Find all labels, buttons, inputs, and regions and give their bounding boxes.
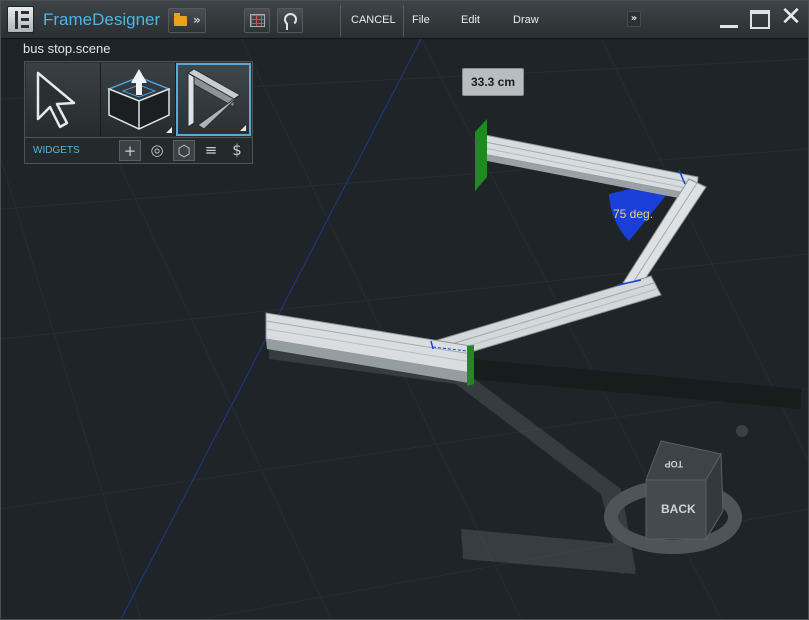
tool-options-arrow-icon[interactable] bbox=[240, 125, 246, 131]
frame-profile-icon bbox=[187, 68, 241, 130]
grid-toggle-button[interactable] bbox=[244, 8, 270, 33]
menu-file[interactable]: File bbox=[412, 14, 430, 26]
list-widget-icon[interactable]: ≡ bbox=[200, 140, 222, 161]
app-logo-icon[interactable] bbox=[7, 6, 34, 33]
extrude-tool-button[interactable] bbox=[101, 63, 176, 136]
view-cube-top-label: TOP bbox=[665, 459, 683, 469]
endpoint-marker-start[interactable] bbox=[475, 119, 487, 191]
close-button[interactable]: ✕ bbox=[778, 2, 804, 33]
maximize-button[interactable] bbox=[747, 7, 773, 33]
widgets-bar: WIDGETS + ◎ ⬡ ≡ $ bbox=[25, 137, 252, 163]
tool-panel: WIDGETS + ◎ ⬡ ≡ $ bbox=[24, 61, 253, 164]
toolbar-divider bbox=[340, 5, 341, 37]
undo-button[interactable] bbox=[277, 8, 303, 33]
3d-viewport[interactable]: BACK TOP bus stop.scene WIDGETS + ◎ ⬡ ≡ … bbox=[1, 39, 808, 619]
extrude-block-icon bbox=[106, 69, 172, 130]
angle-measurement-label[interactable]: 75 deg. bbox=[613, 207, 653, 221]
menu-draw[interactable]: Draw bbox=[513, 14, 539, 26]
frame-shadow bbox=[471, 359, 801, 409]
toolbar-divider bbox=[403, 5, 404, 37]
cube-widget-icon[interactable]: ⬡ bbox=[173, 140, 195, 161]
undo-icon bbox=[284, 13, 297, 30]
select-tool-button[interactable] bbox=[26, 63, 101, 136]
length-measurement-label[interactable]: 33.3 cm bbox=[462, 68, 524, 96]
add-widget-icon[interactable]: + bbox=[119, 140, 141, 161]
title-bar: FrameDesigner » CANCEL File Edit Draw » … bbox=[1, 1, 808, 39]
more-menus-button[interactable]: » bbox=[627, 11, 641, 27]
app-window: FrameDesigner » CANCEL File Edit Draw » … bbox=[0, 0, 809, 620]
maximize-icon bbox=[750, 10, 770, 29]
frame-tool-button[interactable] bbox=[176, 63, 251, 136]
grid-icon bbox=[250, 14, 265, 27]
app-title: FrameDesigner bbox=[43, 10, 161, 29]
minimize-icon bbox=[720, 25, 738, 28]
tool-options-arrow-icon[interactable] bbox=[166, 127, 172, 133]
minimize-button[interactable] bbox=[716, 7, 742, 33]
frame-model[interactable] bbox=[265, 119, 707, 386]
close-icon: ✕ bbox=[780, 2, 802, 32]
cancel-button[interactable]: CANCEL bbox=[351, 14, 396, 26]
open-folder-button[interactable]: » bbox=[168, 8, 206, 33]
scene-filename: bus stop.scene bbox=[23, 41, 111, 56]
cost-widget-icon[interactable]: $ bbox=[226, 140, 248, 161]
folder-icon bbox=[174, 13, 187, 26]
view-cube-front-label: BACK bbox=[661, 502, 696, 516]
folder-more-chevron-icon: » bbox=[193, 13, 201, 27]
orbit-handle-icon[interactable] bbox=[736, 425, 748, 437]
widgets-label: WIDGETS bbox=[33, 145, 80, 156]
menu-edit[interactable]: Edit bbox=[461, 14, 480, 26]
target-widget-icon[interactable]: ◎ bbox=[146, 140, 168, 161]
arrow-cursor-icon bbox=[36, 71, 76, 129]
endpoint-marker-end[interactable] bbox=[467, 345, 474, 386]
view-cube[interactable]: BACK TOP bbox=[604, 440, 742, 554]
